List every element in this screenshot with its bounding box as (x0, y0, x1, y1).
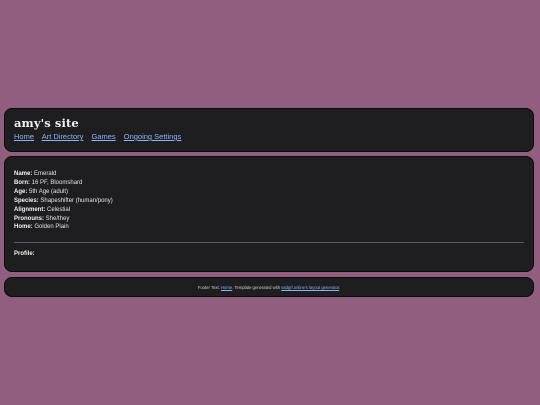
footer-panel: Footer Text. Home. Template generated wi… (4, 277, 534, 297)
info-label: Home: (14, 224, 33, 231)
nav-bar: Home Art Directory Games Ongoing Setting… (14, 132, 181, 141)
main-panel: Name: Emerald Born: 16 PF, Bloomshard Ag… (4, 156, 534, 272)
info-row-species: Species: Shapeshifter (human/pony) (14, 197, 113, 206)
info-value: She/they (45, 215, 70, 222)
footer-prefix: Footer Text. (197, 285, 221, 290)
info-label: Name: (14, 171, 33, 177)
site-title: amy's site (14, 116, 79, 130)
info-row-alignment: Alignment: Celestial (14, 206, 113, 215)
character-info-list: Name: Emerald Born: 16 PF, Bloomshard Ag… (14, 170, 113, 232)
info-value: Emerald (34, 171, 57, 177)
footer-suffix: . (339, 285, 341, 290)
nav-link-art-directory[interactable]: Art Directory (42, 132, 84, 141)
info-value: Celestial (47, 206, 71, 213)
footer-middle: . Template generated with (232, 285, 282, 290)
profile-heading: Profile: (14, 251, 35, 257)
info-label: Pronouns: (14, 215, 44, 222)
section-divider (14, 242, 524, 243)
footer-text: Footer Text. Home. Template generated wi… (5, 285, 533, 290)
info-value: Golden Plain (34, 224, 69, 231)
info-row-born: Born: 16 PF, Bloomshard (14, 179, 113, 188)
info-row-name: Name: Emerald (14, 170, 113, 179)
info-row-pronouns: Pronouns: She/they (14, 215, 113, 224)
nav-link-home[interactable]: Home (14, 132, 34, 141)
footer-generator-link[interactable]: sadgrl.online's layout generator (281, 285, 339, 290)
footer-home-link[interactable]: Home (221, 285, 232, 290)
info-label: Alignment: (14, 206, 46, 213)
info-value: 5th Age (adult) (29, 188, 69, 195)
info-row-age: Age: 5th Age (adult) (14, 188, 113, 197)
nav-link-ongoing-settings[interactable]: Ongoing Settings (124, 132, 182, 141)
info-label: Species: (14, 197, 39, 204)
nav-link-games[interactable]: Games (91, 132, 115, 141)
info-label: Age: (14, 188, 28, 195)
info-row-home: Home: Golden Plain (14, 223, 113, 232)
info-label: Born: (14, 179, 30, 186)
info-value: 16 PF, Bloomshard (31, 179, 83, 186)
info-value: Shapeshifter (human/pony) (40, 197, 113, 204)
header-panel: amy's site Home Art Directory Games Ongo… (4, 108, 534, 152)
